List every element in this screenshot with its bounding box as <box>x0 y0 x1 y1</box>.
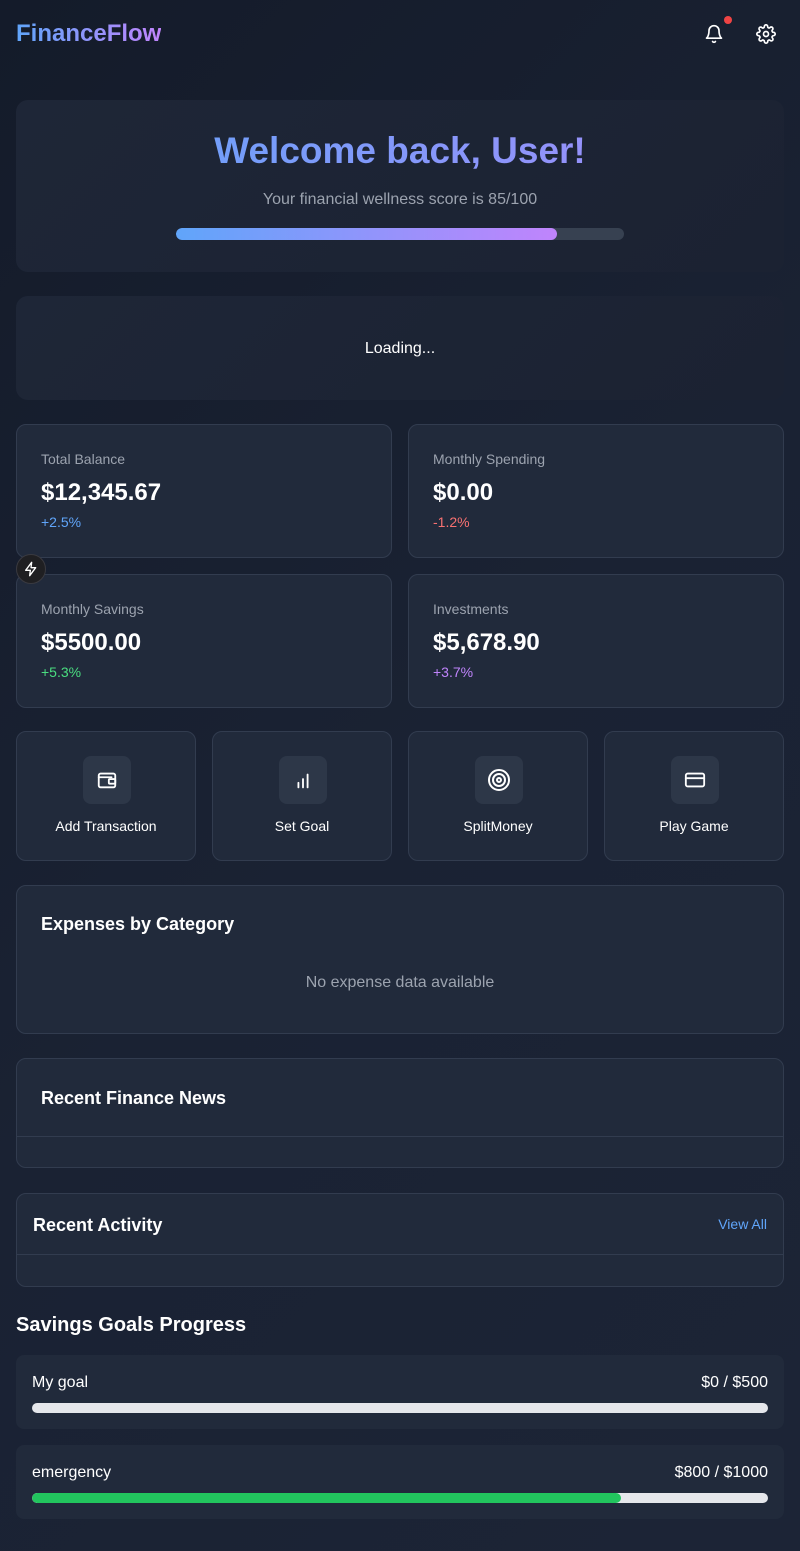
goal-item[interactable]: My goal $0 / $500 <box>16 1355 784 1429</box>
action-label: Add Transaction <box>55 818 157 834</box>
lightning-icon[interactable] <box>16 554 46 584</box>
stat-label: Investments <box>433 601 509 617</box>
action-label: SplitMoney <box>463 818 533 834</box>
app-header: FinanceFlow <box>0 0 800 68</box>
stat-label: Monthly Savings <box>41 601 144 617</box>
notification-dot <box>724 16 732 24</box>
goal-name: emergency <box>32 1464 112 1481</box>
goal-name: My goal <box>32 1374 89 1391</box>
welcome-title: Welcome back, User! <box>0 130 800 172</box>
credit-card-icon <box>671 756 719 804</box>
expenses-panel: Expenses by Category No expense data ava… <box>16 885 784 1034</box>
wellness-score-bar <box>176 228 624 240</box>
stat-change: +2.5% <box>41 514 82 530</box>
stat-card-investments: Investments $5,678.90 +3.7% <box>408 574 784 708</box>
stat-value: $5,678.90 <box>433 629 540 656</box>
wallet-icon <box>83 756 131 804</box>
view-all-link[interactable]: View All <box>718 1216 767 1232</box>
goal-amount: $0 / $500 <box>701 1374 768 1391</box>
stat-value: $5500.00 <box>41 629 142 656</box>
stat-change: -1.2% <box>433 514 470 530</box>
divider <box>17 1136 783 1137</box>
add-transaction-button[interactable]: Add Transaction <box>16 731 196 861</box>
bar-chart-icon <box>279 756 327 804</box>
wellness-score-fill <box>176 228 557 240</box>
savings-goals-title: Savings Goals Progress <box>16 1314 247 1336</box>
stat-change: +5.3% <box>41 664 82 680</box>
action-label: Set Goal <box>274 818 330 834</box>
goal-amount: $800 / $1000 <box>674 1464 768 1481</box>
goal-progress-bar <box>32 1403 768 1413</box>
loading-text: Loading... <box>364 340 436 357</box>
news-panel: Recent Finance News <box>16 1058 784 1168</box>
goal-item[interactable]: emergency $800 / $1000 <box>16 1445 784 1519</box>
welcome-card <box>16 100 784 272</box>
play-game-button[interactable]: Play Game <box>604 731 784 861</box>
stat-card-monthly-spending: Monthly Spending $0.00 -1.2% <box>408 424 784 558</box>
expenses-empty-text: No expense data available <box>305 974 495 991</box>
split-money-button[interactable]: SplitMoney <box>408 731 588 861</box>
goal-progress-bar <box>32 1493 768 1503</box>
stat-label: Monthly Spending <box>433 451 546 467</box>
news-title: Recent Finance News <box>41 1088 227 1108</box>
set-goal-button[interactable]: Set Goal <box>212 731 392 861</box>
target-icon <box>475 756 523 804</box>
bell-icon[interactable] <box>702 22 726 46</box>
activity-title: Recent Activity <box>33 1215 163 1235</box>
activity-panel: Recent Activity View All <box>16 1193 784 1287</box>
divider <box>17 1254 783 1255</box>
expenses-title: Expenses by Category <box>41 914 235 934</box>
stat-value: $0.00 <box>433 479 494 506</box>
stat-card-monthly-savings: Monthly Savings $5500.00 +5.3% <box>16 574 392 708</box>
action-label: Play Game <box>659 818 729 834</box>
stat-card-total-balance: Total Balance $12,345.67 +2.5% <box>16 424 392 558</box>
gear-icon[interactable] <box>754 22 778 46</box>
stat-label: Total Balance <box>41 451 126 467</box>
stat-change: +3.7% <box>433 664 474 680</box>
app-logo[interactable]: FinanceFlow <box>16 20 161 48</box>
wellness-score-text: Your financial wellness score is 85/100 <box>262 191 538 208</box>
goal-progress-fill <box>32 1493 621 1503</box>
stat-value: $12,345.67 <box>41 479 162 506</box>
